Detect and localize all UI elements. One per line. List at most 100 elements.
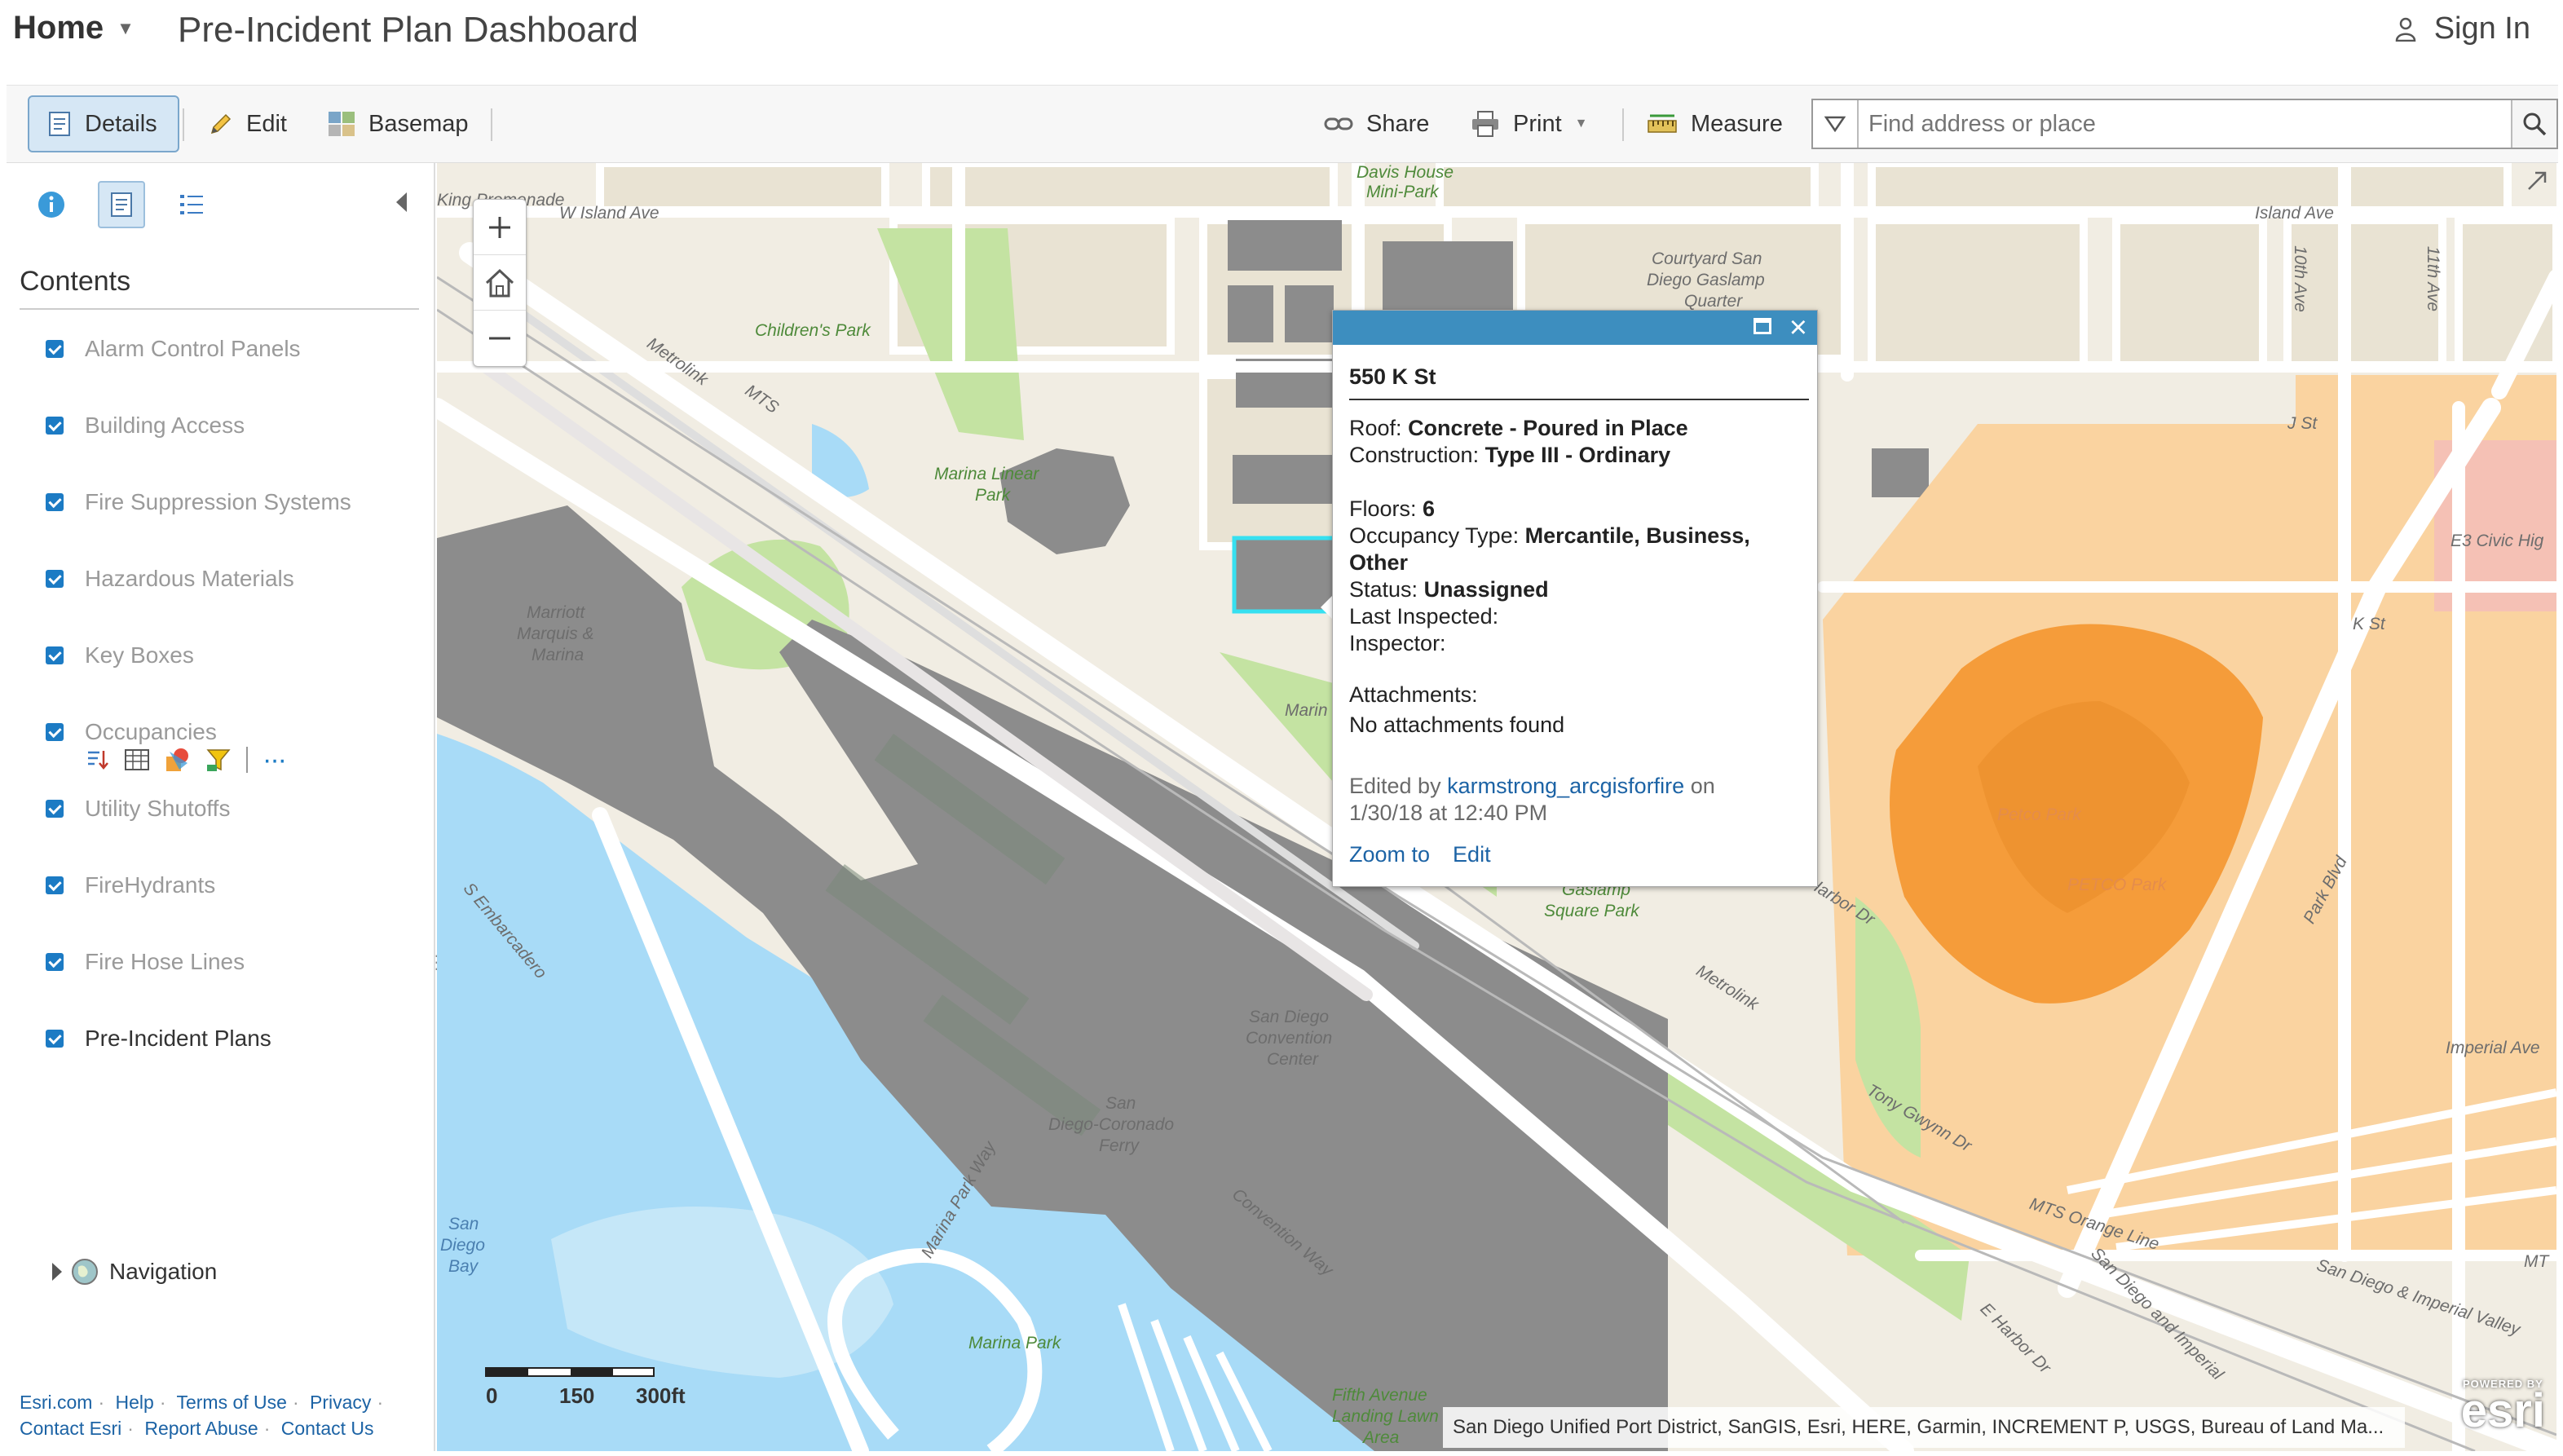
layer-item[interactable]: Occupancies — [46, 719, 217, 745]
layer-item[interactable]: Fire Hose Lines — [46, 949, 245, 975]
layer-item[interactable]: Key Boxes — [46, 642, 194, 668]
expand-triangle-icon[interactable] — [52, 1263, 62, 1281]
scale-bar: 0 150 300ft — [484, 1365, 686, 1408]
zoom-control — [473, 199, 527, 367]
collapse-panel-icon[interactable] — [396, 192, 407, 212]
expand-arrow-icon — [2528, 171, 2547, 190]
close-icon[interactable]: × — [1789, 311, 1807, 345]
group-layer-navigation[interactable]: Navigation — [52, 1257, 217, 1286]
map-label-poi: Marriott — [527, 603, 585, 622]
checkbox[interactable] — [46, 493, 64, 511]
info-icon — [38, 192, 64, 218]
footer-link[interactable]: Esri.com — [20, 1392, 92, 1413]
layer-item[interactable]: Utility Shutoffs — [46, 796, 230, 822]
list-icon — [180, 195, 203, 214]
attribute-last-inspected: Last Inspected: — [1349, 604, 1499, 629]
measure-button[interactable]: Measure — [1629, 95, 1801, 152]
map-label-park: Park — [975, 486, 1011, 505]
editor-link[interactable]: karmstrong_arcgisforfire — [1447, 774, 1684, 798]
map-label-poi: San Diego — [1249, 1008, 1330, 1026]
filter-icon[interactable] — [205, 747, 232, 773]
checkbox[interactable] — [46, 876, 64, 894]
map-label-water: Bay — [448, 1257, 479, 1276]
sign-in-button[interactable]: Sign In — [2395, 11, 2530, 46]
search-input[interactable] — [1859, 100, 2511, 148]
about-tab[interactable] — [28, 181, 75, 228]
print-button[interactable]: Print ▼ — [1453, 95, 1605, 152]
map-label-street: K St — [2353, 615, 2385, 633]
layer-item[interactable]: Building Access — [46, 413, 245, 439]
attachments-label: Attachments: — [1349, 682, 1478, 707]
layer-label: Hazardous Materials — [85, 566, 294, 591]
layer-item[interactable]: Hazardous Materials — [46, 566, 294, 592]
house-icon — [485, 268, 514, 297]
footer-link[interactable]: Privacy — [310, 1392, 371, 1413]
checkbox[interactable] — [46, 417, 64, 435]
map-attribution[interactable]: San Diego Unified Port District, SanGIS,… — [1443, 1407, 2405, 1448]
footer-link[interactable]: Contact Us — [281, 1418, 374, 1439]
layer-label: Key Boxes — [85, 642, 194, 668]
details-icon — [49, 112, 70, 136]
checkbox[interactable] — [46, 723, 64, 741]
search-source-dropdown[interactable] — [1813, 100, 1859, 148]
map-label-poi: Ferry — [1099, 1136, 1139, 1155]
attribute-label: Construction: — [1349, 443, 1480, 467]
scale-labels: 0 150 300ft — [484, 1383, 686, 1408]
map-label-street: Island Ave — [2255, 204, 2334, 223]
details-button[interactable]: Details — [28, 95, 179, 152]
style-icon[interactable] — [165, 747, 191, 773]
search-button[interactable] — [2511, 100, 2556, 148]
page-title: Pre-Incident Plan Dashboard — [178, 10, 638, 50]
edit-button[interactable]: Edit — [191, 95, 305, 152]
footer-link[interactable]: Contact Esri — [20, 1418, 121, 1439]
chevron-down-icon: ▼ — [117, 17, 135, 38]
map-label-park: Marin — [1285, 701, 1328, 720]
table-icon[interactable] — [124, 748, 150, 772]
share-button[interactable]: Share — [1306, 95, 1447, 152]
sign-in-label: Sign In — [2433, 11, 2530, 46]
separator-dot: · — [159, 1392, 166, 1413]
more-options-icon[interactable]: ··· — [262, 746, 287, 774]
home-menu[interactable]: Home ▼ — [13, 10, 135, 46]
checkbox[interactable] — [46, 1030, 64, 1048]
edited-by-prefix: Edited by — [1349, 774, 1441, 798]
checkbox[interactable] — [46, 646, 64, 664]
map-label-stadium: Petco Park — [1997, 805, 2081, 824]
expand-map-icon[interactable] — [2526, 170, 2548, 196]
map-label-park: Marina Park — [968, 1334, 1061, 1352]
footer-link[interactable]: Report Abuse — [144, 1418, 258, 1439]
sort-icon[interactable] — [85, 748, 109, 772]
attachments-value: No attachments found — [1349, 713, 1565, 737]
layer-item[interactable]: FireHydrants — [46, 872, 215, 898]
map-label-park: Marina Linear — [934, 465, 1039, 483]
layer-item[interactable]: Pre-Incident Plans — [46, 1026, 271, 1052]
checkbox[interactable] — [46, 570, 64, 588]
legend-tab[interactable] — [168, 181, 215, 228]
checkbox[interactable] — [46, 340, 64, 358]
map-view[interactable]: W Island Ave King Promenade Island Ave D… — [437, 163, 2556, 1451]
measure-icon — [1648, 114, 1677, 133]
checkbox[interactable] — [46, 800, 64, 818]
contents-tab[interactable] — [98, 181, 145, 228]
toolbar: Details Edit Basemap Share Print ▼ Measu… — [7, 85, 2558, 163]
zoom-to-link[interactable]: Zoom to — [1349, 842, 1430, 867]
layer-item[interactable]: Fire Suppression Systems — [46, 489, 351, 515]
attribute-label: Roof: — [1349, 416, 1402, 440]
map-label-poi: Convention — [1246, 1029, 1333, 1048]
edit-link[interactable]: Edit — [1453, 842, 1491, 867]
maximize-icon[interactable] — [1754, 318, 1771, 334]
zoom-out-button[interactable] — [474, 311, 526, 366]
layer-item[interactable]: Alarm Control Panels — [46, 336, 301, 362]
home-extent-button[interactable] — [474, 255, 526, 311]
map-label-poi: E3 Civic Hig — [2451, 532, 2544, 550]
basemap-button[interactable]: Basemap — [310, 95, 487, 152]
map-label-poi: Center — [1267, 1050, 1319, 1069]
attribute-inspector: Inspector: — [1349, 631, 1446, 655]
footer-link[interactable]: Terms of Use — [176, 1392, 286, 1413]
footer-link[interactable]: Help — [116, 1392, 154, 1413]
basemap-label: Basemap — [368, 110, 469, 137]
checkbox[interactable] — [46, 953, 64, 971]
zoom-in-button[interactable] — [474, 200, 526, 255]
